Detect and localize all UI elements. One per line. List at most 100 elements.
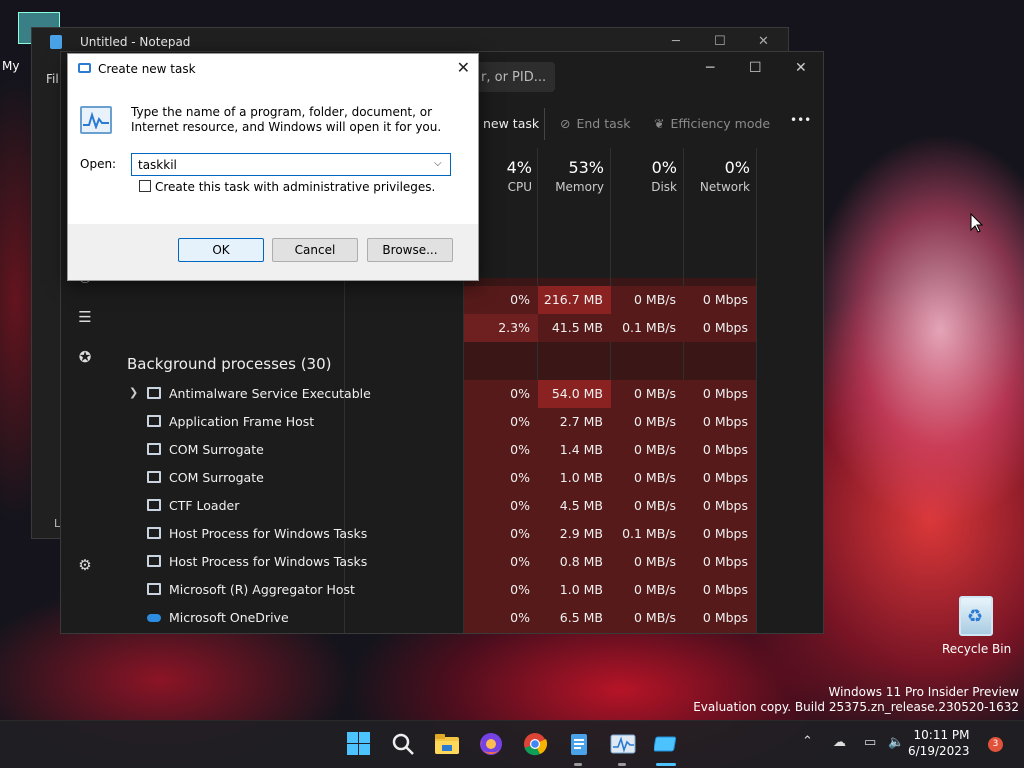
network-offline-icon[interactable]: ☁ — [833, 735, 846, 750]
efficiency-mode-button[interactable]: ❦ Efficiency mode — [654, 116, 770, 131]
chevron-right-icon[interactable]: ❯ — [129, 386, 138, 399]
more-options-button[interactable]: ••• — [790, 113, 811, 127]
more-icon: ••• — [790, 113, 812, 127]
process-name: Microsoft (R) Aggregator Host — [169, 582, 355, 597]
close-icon[interactable]: ✕ — [457, 58, 470, 77]
desktop-icon-label: My — [2, 59, 20, 73]
close-icon[interactable]: ✕ — [758, 34, 769, 49]
admin-privileges-checkbox[interactable] — [139, 180, 151, 192]
table-row[interactable]: CTF Loader 0% 4.5 MB 0 MB/s 0 Mbps — [107, 492, 823, 520]
windows-start-icon[interactable] — [346, 731, 372, 757]
close-icon[interactable]: ✕ — [795, 60, 807, 76]
table-row[interactable]: ❯Microsoft Teams0%0.8 MB0 MB/s0 Mbps — [107, 632, 823, 633]
process-name: Application Frame Host — [169, 414, 315, 429]
table-row[interactable]: Microsoft (R) Aggregator Host 0% 1.0 MB 0 M… — [107, 576, 823, 604]
clock[interactable]: 10:11 PM 6/19/2023 — [908, 727, 970, 759]
onedrive-icon — [147, 614, 161, 622]
disk-cell: 0 MB/s — [611, 286, 684, 314]
dialog-title: Create new task — [98, 62, 196, 76]
memory-label: Memory — [555, 180, 604, 194]
clock-time: 10:11 PM — [913, 728, 970, 742]
cpu-cell: 0% — [464, 464, 538, 492]
notepad-title: Untitled - Notepad — [80, 35, 191, 49]
minimize-icon[interactable]: ─ — [672, 34, 680, 49]
network-cell: 0 Mbps — [684, 548, 756, 576]
admin-privileges-label[interactable]: Create this task with administrative pri… — [155, 180, 435, 194]
column-header-memory[interactable]: 53% Memory — [538, 148, 604, 198]
taskbar: ⌃ ☁ ▭ 🔈 10:11 PM 6/19/2023 3 — [0, 720, 1024, 768]
table-row[interactable]: 2.3% 41.5 MB 0.1 MB/s 0 Mbps — [107, 314, 823, 342]
table-row[interactable]: Application Frame Host 0% 2.7 MB 0 MB/s 0 Mb… — [107, 408, 823, 436]
display-icon[interactable]: ▭ — [864, 735, 876, 750]
firefox-icon[interactable] — [478, 731, 504, 757]
table-row[interactable]: COM Surrogate 0% 1.0 MB 0 MB/s 0 Mbps — [107, 464, 823, 492]
end-task-button[interactable]: ⊘ End task — [560, 116, 631, 131]
maximize-icon[interactable]: ☐ — [749, 60, 762, 76]
network-cell: 0 Mbps — [684, 632, 756, 633]
table-row[interactable]: ❯ Antimalware Service Executable 0% 54.0 MB… — [107, 380, 823, 408]
network-cell: 0 Mbps — [684, 286, 756, 314]
settings-gear-icon[interactable]: ⚙ — [76, 556, 94, 574]
process-window-icon — [147, 583, 161, 595]
cpu-cell: 0% — [464, 436, 538, 464]
process-name: Microsoft OneDrive — [169, 610, 289, 625]
run-new-task-label: new task — [483, 116, 540, 131]
cpu-cell: 0% — [464, 286, 538, 314]
cpu-cell: 0% — [464, 604, 538, 632]
desktop-icon-my[interactable]: My — [0, 12, 60, 172]
windows-watermark: Windows 11 Pro Insider Preview Evaluatio… — [693, 685, 1019, 715]
table-row[interactable]: Host Process for Windows Tasks 0% 2.9 MB 0.… — [107, 520, 823, 548]
network-cell: 0 Mbps — [684, 604, 756, 632]
memory-cell: 41.5 MB — [538, 314, 611, 342]
process-name: CTF Loader — [169, 498, 240, 513]
search-input[interactable]: r, or PID... — [475, 62, 555, 92]
notepad-icon — [50, 35, 62, 49]
notepad-taskbar-icon[interactable] — [566, 731, 592, 757]
chevron-down-icon[interactable]: ⌵ — [434, 158, 442, 169]
maximize-icon[interactable]: ☐ — [714, 34, 726, 49]
memory-cell: 4.5 MB — [538, 492, 611, 520]
clock-date: 6/19/2023 — [908, 744, 970, 758]
open-input[interactable] — [131, 153, 451, 176]
table-row[interactable]: 0% 216.7 MB 0 MB/s 0 Mbps — [107, 286, 823, 314]
chevron-up-icon[interactable]: ⌃ — [802, 734, 813, 749]
dialog-titlebar[interactable]: Create new task ✕ — [68, 54, 478, 84]
end-task-icon: ⊘ — [560, 116, 571, 131]
search-icon[interactable] — [390, 731, 416, 757]
column-header-disk[interactable]: 0% Disk — [611, 148, 677, 198]
disk-cell: 0 MB/s — [611, 408, 684, 436]
volume-icon[interactable]: 🔈 — [888, 735, 904, 750]
watermark-line-2: Evaluation copy. Build 25375.zn_release.… — [693, 700, 1019, 714]
memory-cell: 2.9 MB — [538, 520, 611, 548]
create-new-task-dialog[interactable]: Create new task ✕ Type the name of a pro… — [67, 53, 479, 281]
ok-button[interactable]: OK — [178, 238, 264, 262]
run-dialog-icon — [78, 63, 91, 73]
table-row[interactable]: Microsoft OneDrive 0% 6.5 MB 0 MB/s 0 Mbps — [107, 604, 823, 632]
file-explorer-icon[interactable] — [434, 731, 460, 757]
running-indicator — [574, 763, 582, 766]
cpu-cell: 2.3% — [464, 314, 538, 342]
table-row[interactable]: Host Process for Windows Tasks 0% 0.8 MB 0 … — [107, 548, 823, 576]
details-icon[interactable]: ☰ — [76, 308, 94, 326]
process-window-icon — [147, 527, 161, 539]
minimize-icon[interactable]: ─ — [706, 60, 714, 76]
disk-percent: 0% — [651, 158, 677, 177]
table-row[interactable]: COM Surrogate 0% 1.4 MB 0 MB/s 0 Mbps — [107, 436, 823, 464]
chrome-icon[interactable] — [522, 731, 548, 757]
notification-badge[interactable]: 3 — [988, 737, 1003, 752]
disk-cell: 0.1 MB/s — [611, 314, 684, 342]
run-dialog-taskbar-icon[interactable] — [653, 731, 680, 757]
column-header-network[interactable]: 0% Network — [684, 148, 750, 198]
cancel-button[interactable]: Cancel — [272, 238, 358, 262]
browse-button[interactable]: Browse... — [367, 238, 453, 262]
disk-cell: 0 MB/s — [611, 380, 684, 408]
cpu-cell: 0% — [464, 520, 538, 548]
run-new-task-button[interactable]: new task — [483, 116, 539, 131]
section-header: Background processes (30) — [127, 355, 332, 373]
services-icon[interactable]: ✪ — [76, 348, 94, 366]
disk-cell: 0 MB/s — [611, 548, 684, 576]
recycle-bin[interactable]: Recycle Bin — [942, 596, 1011, 656]
task-manager-taskbar-icon[interactable] — [610, 731, 636, 757]
notepad-menu-file[interactable]: Fil — [46, 72, 59, 86]
network-cell: 0 Mbps — [684, 492, 756, 520]
